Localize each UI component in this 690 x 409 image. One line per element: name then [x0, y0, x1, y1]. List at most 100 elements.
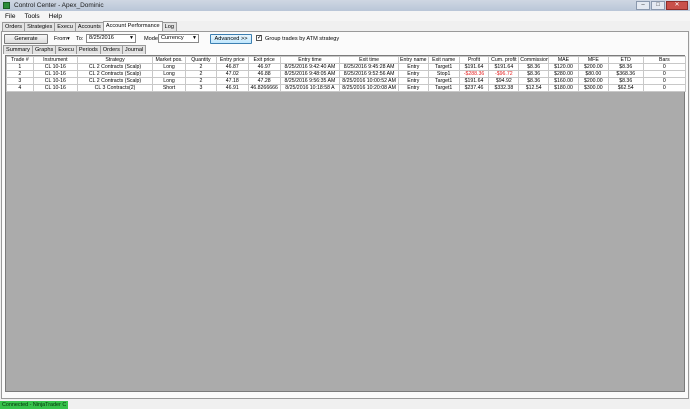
table-cell: $332.38	[488, 84, 520, 92]
column-header[interactable]: ETD	[607, 56, 644, 64]
table-cell: Target1	[427, 84, 460, 92]
column-header[interactable]: Bars	[642, 56, 687, 64]
column-header[interactable]: Profit	[458, 56, 490, 64]
table-cell: Entry	[397, 63, 429, 71]
table-cell: 8/25/2016 9:52:56 AM	[339, 70, 399, 78]
table-cell: $191.64	[458, 63, 490, 71]
table-cell: CL 3 Contracts(2)	[76, 84, 154, 92]
minimize-button[interactable]: –	[636, 1, 650, 10]
tab-log[interactable]: Log	[161, 22, 177, 31]
column-header[interactable]: Exit name	[427, 56, 460, 64]
tab-accounts[interactable]: Accounts	[74, 22, 104, 31]
column-header[interactable]: Quantity	[184, 56, 217, 64]
table-cell: $300.00	[577, 84, 609, 92]
status-bar: Connected - NinjaTrader C	[0, 401, 690, 409]
column-header[interactable]: Exit time	[339, 56, 399, 64]
group-atm-checkbox[interactable]: ✓	[256, 35, 262, 41]
table-row[interactable]: 2 CL 10-16 CL 2 Contracts (Scalp) Long 2 47.0…	[6, 70, 687, 78]
table-cell: $12.54	[518, 84, 550, 92]
advanced-button[interactable]: Advanced >>	[210, 34, 252, 44]
tab-account-performance[interactable]: Account Performance	[102, 21, 163, 31]
table-cell: $200.00	[577, 77, 609, 85]
column-header[interactable]: Exit price	[247, 56, 281, 64]
table-cell: 46.8266666	[247, 84, 281, 92]
trades-grid: Trade # Instrument Strategy Market pos. Quan…	[5, 55, 687, 392]
table-cell: $180.00	[548, 84, 579, 92]
table-cell: 0	[642, 77, 687, 85]
menu-help[interactable]: Help	[49, 13, 62, 20]
column-header[interactable]: Entry name	[397, 56, 429, 64]
table-cell: 8/25/2016 10:20:08 AM	[339, 84, 399, 92]
table-cell: 2	[184, 77, 217, 85]
window-title: Control Center - Apex_Dominic	[14, 2, 104, 9]
table-cell: 8/25/2016 10:00:52 AM	[339, 77, 399, 85]
table-cell: 0	[642, 63, 687, 71]
table-cell: $200.00	[577, 63, 609, 71]
table-cell: $8.36	[518, 63, 550, 71]
table-cell: 8/25/2016 9:42:40 AM	[279, 63, 341, 71]
table-cell: Target1	[427, 77, 460, 85]
table-cell: $8.36	[607, 63, 644, 71]
column-header[interactable]: MAE	[548, 56, 579, 64]
table-cell: 47.28	[247, 77, 281, 85]
performance-sub-tabs: Summary Graphs Execu Periods Orders Jour…	[3, 45, 147, 54]
table-cell: $94.92	[488, 77, 520, 85]
table-cell: CL 10-16	[32, 63, 78, 71]
column-header[interactable]: MFE	[577, 56, 609, 64]
tab-graphs[interactable]: Graphs	[31, 45, 57, 54]
column-header[interactable]: Strategy	[76, 56, 154, 64]
generate-button[interactable]: Generate	[4, 34, 48, 44]
table-cell: CL 10-16	[32, 70, 78, 78]
table-cell: 3	[184, 84, 217, 92]
table-cell: 8/25/2016 9:56:35 AM	[279, 77, 341, 85]
column-header[interactable]: Instrument	[32, 56, 78, 64]
maximize-button[interactable]: □	[651, 1, 665, 10]
tab-orders[interactable]: Orders	[2, 22, 26, 31]
table-cell: 46.87	[215, 63, 249, 71]
to-date-picker[interactable]: 8/25/2016 ▼	[86, 34, 136, 43]
column-header[interactable]: Entry time	[279, 56, 341, 64]
table-cell: $237.46	[458, 84, 490, 92]
mode-select[interactable]: Currency ▼	[158, 34, 199, 43]
column-header[interactable]: Cum. profit	[488, 56, 520, 64]
table-row[interactable]: 4 CL 10-16 CL 3 Contracts(2) Short 3 46.91 46.…	[6, 84, 687, 92]
tab-strategies[interactable]: Strategies	[24, 22, 56, 31]
column-header[interactable]: Entry price	[215, 56, 249, 64]
performance-toolbar: Generate From▾ To: 8/25/2016 ▼ Mode: Cur…	[4, 33, 684, 45]
table-cell: 0	[642, 70, 687, 78]
close-button[interactable]: ✕	[666, 1, 688, 10]
tab-orders-sub[interactable]: Orders	[99, 45, 123, 54]
column-header[interactable]: Trade #	[6, 56, 34, 64]
table-cell: $191.64	[458, 77, 490, 85]
table-row[interactable]: 1 CL 10-16 CL 2 Contracts (Scalp) Long 2 46.8…	[6, 63, 687, 71]
table-cell: 8/25/2016 9:45:28 AM	[339, 63, 399, 71]
table-cell: 2	[184, 70, 217, 78]
table-cell: $160.00	[548, 77, 579, 85]
mode-value: Currency	[161, 35, 184, 41]
table-row[interactable]: 3 CL 10-16 CL 2 Contracts (Scalp) Long 2 47.1…	[6, 77, 687, 85]
table-cell: -$288.36	[458, 70, 490, 78]
table-cell: 47.02	[215, 70, 249, 78]
trades-table: Trade # Instrument Strategy Market pos. Quan…	[6, 56, 687, 92]
table-cell: CL 2 Contracts (Scalp)	[76, 77, 154, 85]
table-cell: CL 2 Contracts (Scalp)	[76, 70, 154, 78]
menu-file[interactable]: File	[5, 13, 15, 20]
tab-executions-sub[interactable]: Execu	[55, 45, 77, 54]
title-bar: Control Center - Apex_Dominic – □ ✕	[0, 0, 690, 11]
table-cell: 0	[642, 84, 687, 92]
table-cell: $280.00	[548, 70, 579, 78]
table-cell: Stop1	[427, 70, 460, 78]
tab-summary[interactable]: Summary	[3, 45, 33, 54]
tab-journal[interactable]: Journal	[121, 45, 147, 54]
column-header[interactable]: Commission	[518, 56, 550, 64]
tab-executions[interactable]: Execu	[54, 22, 76, 31]
from-dropdown[interactable]: From▾	[54, 36, 70, 42]
table-cell: 2	[184, 63, 217, 71]
table-cell: 2	[6, 70, 34, 78]
column-header[interactable]: Market pos.	[152, 56, 186, 64]
table-cell: Entry	[397, 84, 429, 92]
table-cell: Entry	[397, 77, 429, 85]
menu-tools[interactable]: Tools	[24, 13, 39, 20]
tab-periods[interactable]: Periods	[75, 45, 101, 54]
table-cell: 46.97	[247, 63, 281, 71]
